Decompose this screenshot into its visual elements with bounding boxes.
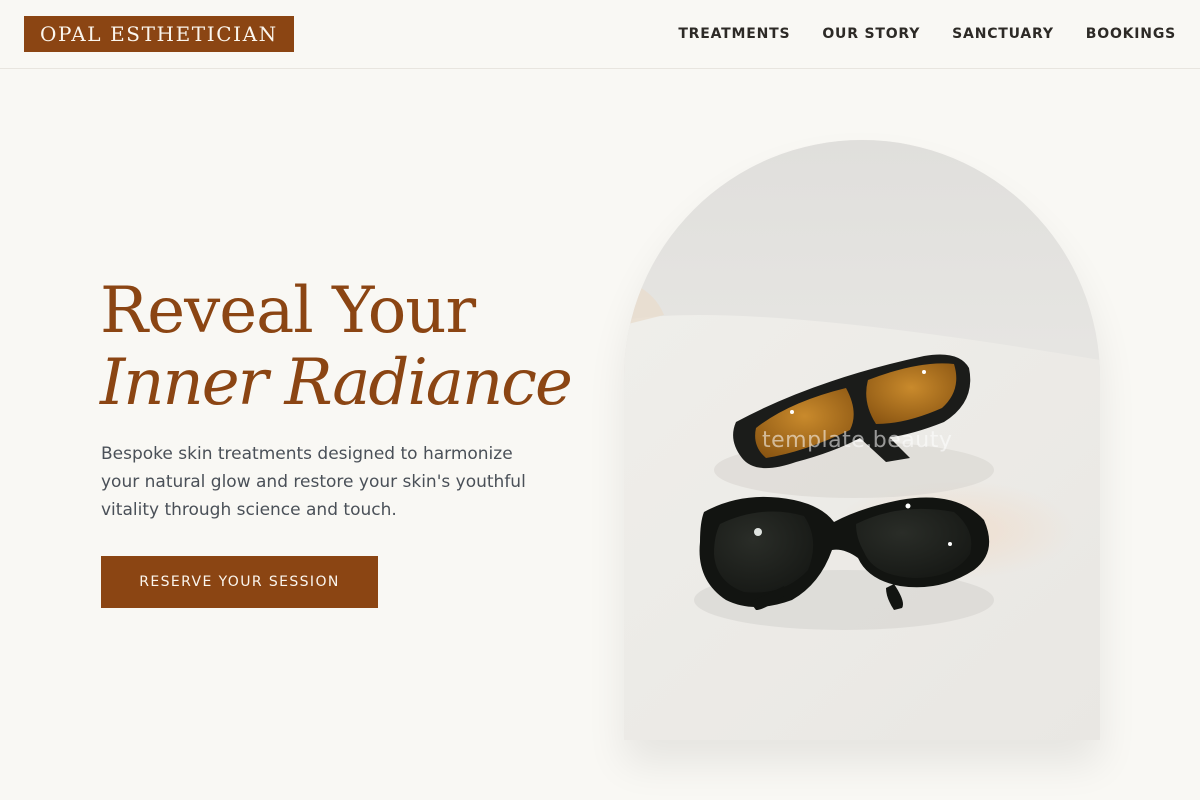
image-watermark: template.beauty [762,428,953,453]
nav-link-treatments[interactable]: TREATMENTS [678,26,790,42]
hero-title-line-1: Reveal Your [100,274,476,348]
main-nav: TREATMENTS OUR STORY SANCTUARY BOOKINGS [678,0,1176,68]
brand-logo[interactable]: OPAL ESTHETICIAN [24,16,294,52]
nav-link-sanctuary[interactable]: SANCTUARY [952,26,1054,42]
site-header: OPAL ESTHETICIAN TREATMENTS OUR STORY SA… [0,0,1200,69]
hero-title: Reveal Your Inner Radiance [100,272,620,416]
hero-subtitle: Bespoke skin treatments designed to harm… [101,444,526,520]
nav-link-our-story[interactable]: OUR STORY [822,26,920,42]
nav-link-bookings[interactable]: BOOKINGS [1086,26,1176,42]
reserve-session-button[interactable]: RESERVE YOUR SESSION [101,556,378,608]
hero-title-line-2: Inner Radiance [100,346,573,420]
